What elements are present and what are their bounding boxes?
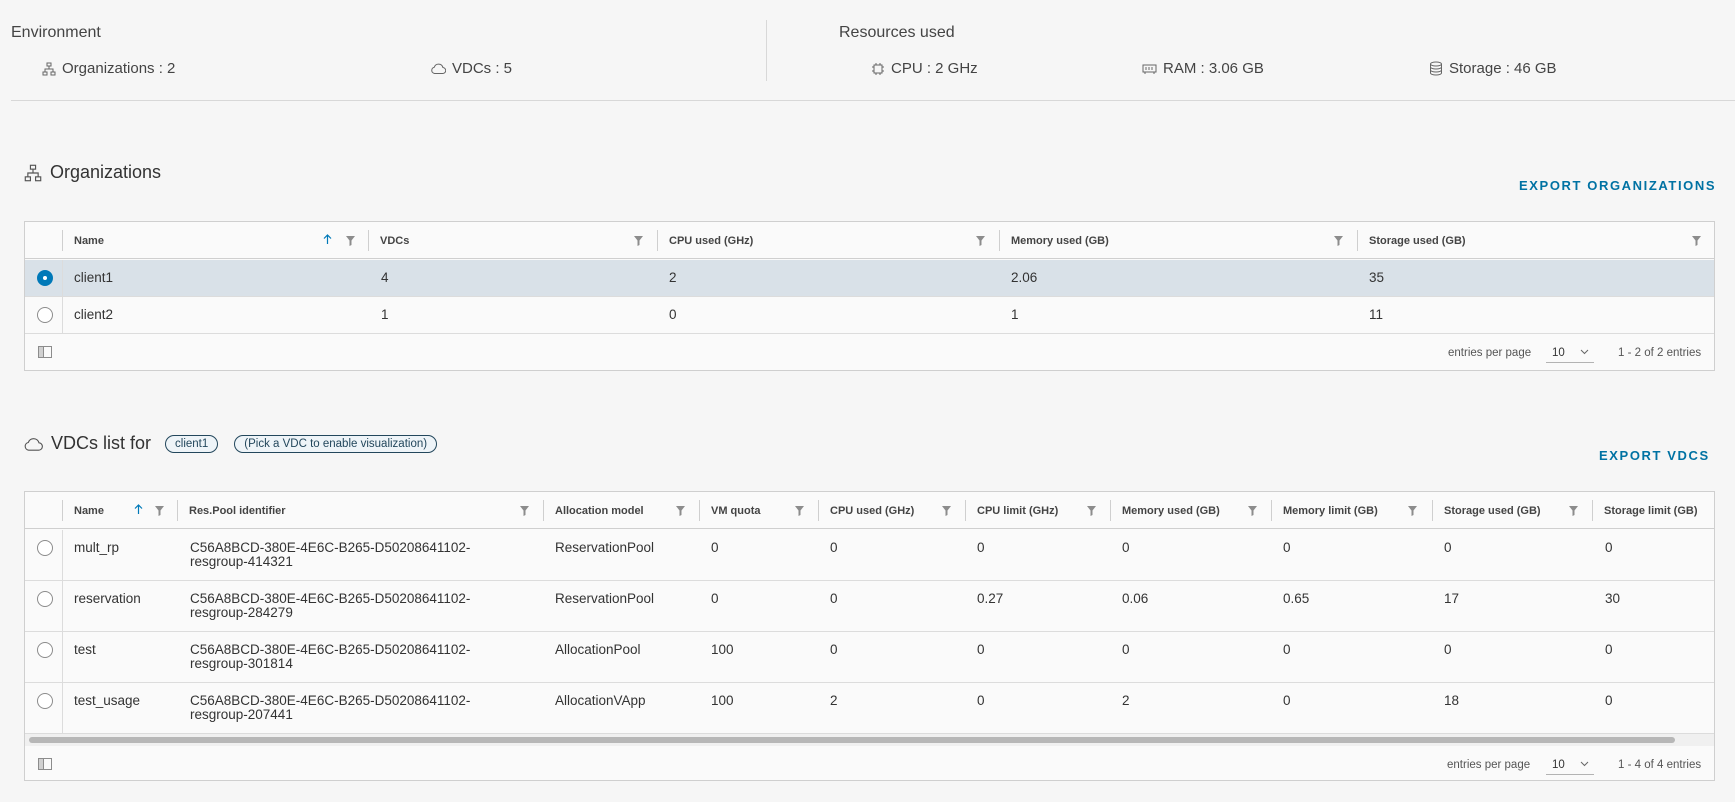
filter-icon[interactable] <box>1087 506 1096 516</box>
organizations-count: Organizations : 2 <box>42 60 175 77</box>
storage-icon <box>1429 61 1443 76</box>
visualization-hint-pill: (Pick a VDC to enable visualization) <box>234 434 438 453</box>
organization-tree-icon <box>42 62 56 76</box>
column-header-vdcs[interactable]: VDCs <box>369 222 629 259</box>
filter-icon[interactable] <box>1569 506 1578 516</box>
cpu-used-stat: CPU : 2 GHz <box>871 60 978 77</box>
selected-org-pill: client1 <box>165 434 219 453</box>
entries-per-page-select[interactable]: 10 <box>1546 343 1594 363</box>
column-toggle-icon[interactable] <box>38 346 52 358</box>
column-header-memory-limit[interactable]: Memory limit (GB) <box>1272 492 1402 529</box>
filter-icon[interactable] <box>1692 236 1701 246</box>
cloud-icon <box>24 436 43 452</box>
chevron-down-icon <box>1580 349 1589 355</box>
organizations-section-title: Organizations <box>24 162 161 183</box>
row-select-radio[interactable] <box>37 591 53 607</box>
organization-tree-icon <box>24 164 42 182</box>
column-header-storage-limit[interactable]: Storage limit (GB) <box>1593 492 1714 529</box>
row-select-radio[interactable] <box>37 642 53 658</box>
organizations-grid-footer: entries per page 10 1 - 2 of 2 entries <box>25 334 1714 370</box>
column-header-memory-used[interactable]: Memory used (GB) <box>1111 492 1241 529</box>
export-organizations-button[interactable]: EXPORT ORGANIZATIONS <box>1519 178 1716 193</box>
filter-icon[interactable] <box>1248 506 1257 516</box>
column-header-storage-used[interactable]: Storage used (GB) <box>1358 222 1658 259</box>
organizations-grid-header: Name VDCs CPU used (GHz) Memory used (GB… <box>25 222 1714 259</box>
column-header-allocation-model[interactable]: Allocation model <box>544 492 674 529</box>
cpu-icon <box>871 62 885 76</box>
filter-icon[interactable] <box>634 236 643 246</box>
row-select-radio[interactable] <box>37 270 53 286</box>
entries-per-page-select[interactable]: 10 <box>1546 755 1594 775</box>
filter-icon[interactable] <box>676 506 685 516</box>
column-toggle-icon[interactable] <box>38 758 52 770</box>
scrollbar-thumb[interactable] <box>29 737 1675 743</box>
vdcs-count: VDCs : 5 <box>431 60 512 77</box>
ram-used-stat: RAM : 3.06 GB <box>1142 60 1264 77</box>
environment-heading: Environment <box>11 24 101 41</box>
column-header-cpu-used[interactable]: CPU used (GHz) <box>658 222 958 259</box>
row-select-radio[interactable] <box>37 693 53 709</box>
table-row[interactable]: test_usage C56A8BCD-380E-4E6C-B265-D5020… <box>25 683 1714 734</box>
chevron-down-icon <box>1580 761 1589 767</box>
table-row[interactable]: client1 4 2 2.06 35 <box>25 260 1714 297</box>
column-header-cpu-used[interactable]: CPU used (GHz) <box>819 492 929 529</box>
vdcs-grid: Name Res.Pool identifier Allocation mode… <box>24 491 1715 781</box>
row-select-radio[interactable] <box>37 540 53 556</box>
sort-ascending-icon[interactable] <box>134 504 143 515</box>
filter-icon[interactable] <box>795 506 804 516</box>
summary-divider <box>766 20 767 81</box>
vdcs-grid-header: Name Res.Pool identifier Allocation mode… <box>25 492 1714 529</box>
horizontal-scrollbar[interactable] <box>25 734 1714 746</box>
vdcs-grid-footer: entries per page 10 1 - 4 of 4 entries <box>25 746 1714 780</box>
filter-icon[interactable] <box>1408 506 1417 516</box>
column-header-memory-used[interactable]: Memory used (GB) <box>1000 222 1330 259</box>
summary-bottom-divider <box>11 100 1735 101</box>
table-row[interactable]: client2 1 0 1 11 <box>25 297 1714 334</box>
export-vdcs-button[interactable]: EXPORT VDCS <box>1599 448 1710 463</box>
storage-used-stat: Storage : 46 GB <box>1429 60 1557 77</box>
organizations-grid: Name VDCs CPU used (GHz) Memory used (GB… <box>24 221 1715 371</box>
filter-icon[interactable] <box>942 506 951 516</box>
filter-icon[interactable] <box>520 506 529 516</box>
column-header-vm-quota[interactable]: VM quota <box>700 492 800 529</box>
table-row[interactable]: reservation C56A8BCD-380E-4E6C-B265-D502… <box>25 581 1714 632</box>
table-row[interactable]: mult_rp C56A8BCD-380E-4E6C-B265-D5020864… <box>25 530 1714 581</box>
column-header-name[interactable]: Name <box>63 222 331 259</box>
row-select-radio[interactable] <box>37 307 53 323</box>
column-header-storage-used[interactable]: Storage used (GB) <box>1433 492 1563 529</box>
filter-icon[interactable] <box>1334 236 1343 246</box>
table-row[interactable]: test C56A8BCD-380E-4E6C-B265-D5020864110… <box>25 632 1714 683</box>
sort-ascending-icon[interactable] <box>323 234 332 245</box>
filter-icon[interactable] <box>155 506 164 516</box>
cloud-icon <box>431 62 446 75</box>
filter-icon[interactable] <box>976 236 985 246</box>
filter-icon[interactable] <box>346 236 355 246</box>
column-header-cpu-limit[interactable]: CPU limit (GHz) <box>966 492 1076 529</box>
column-header-res-pool[interactable]: Res.Pool identifier <box>178 492 478 529</box>
vdcs-section-title: VDCs list for client1 (Pick a VDC to ena… <box>24 433 438 454</box>
resources-heading: Resources used <box>839 24 955 41</box>
memory-icon <box>1142 63 1157 75</box>
